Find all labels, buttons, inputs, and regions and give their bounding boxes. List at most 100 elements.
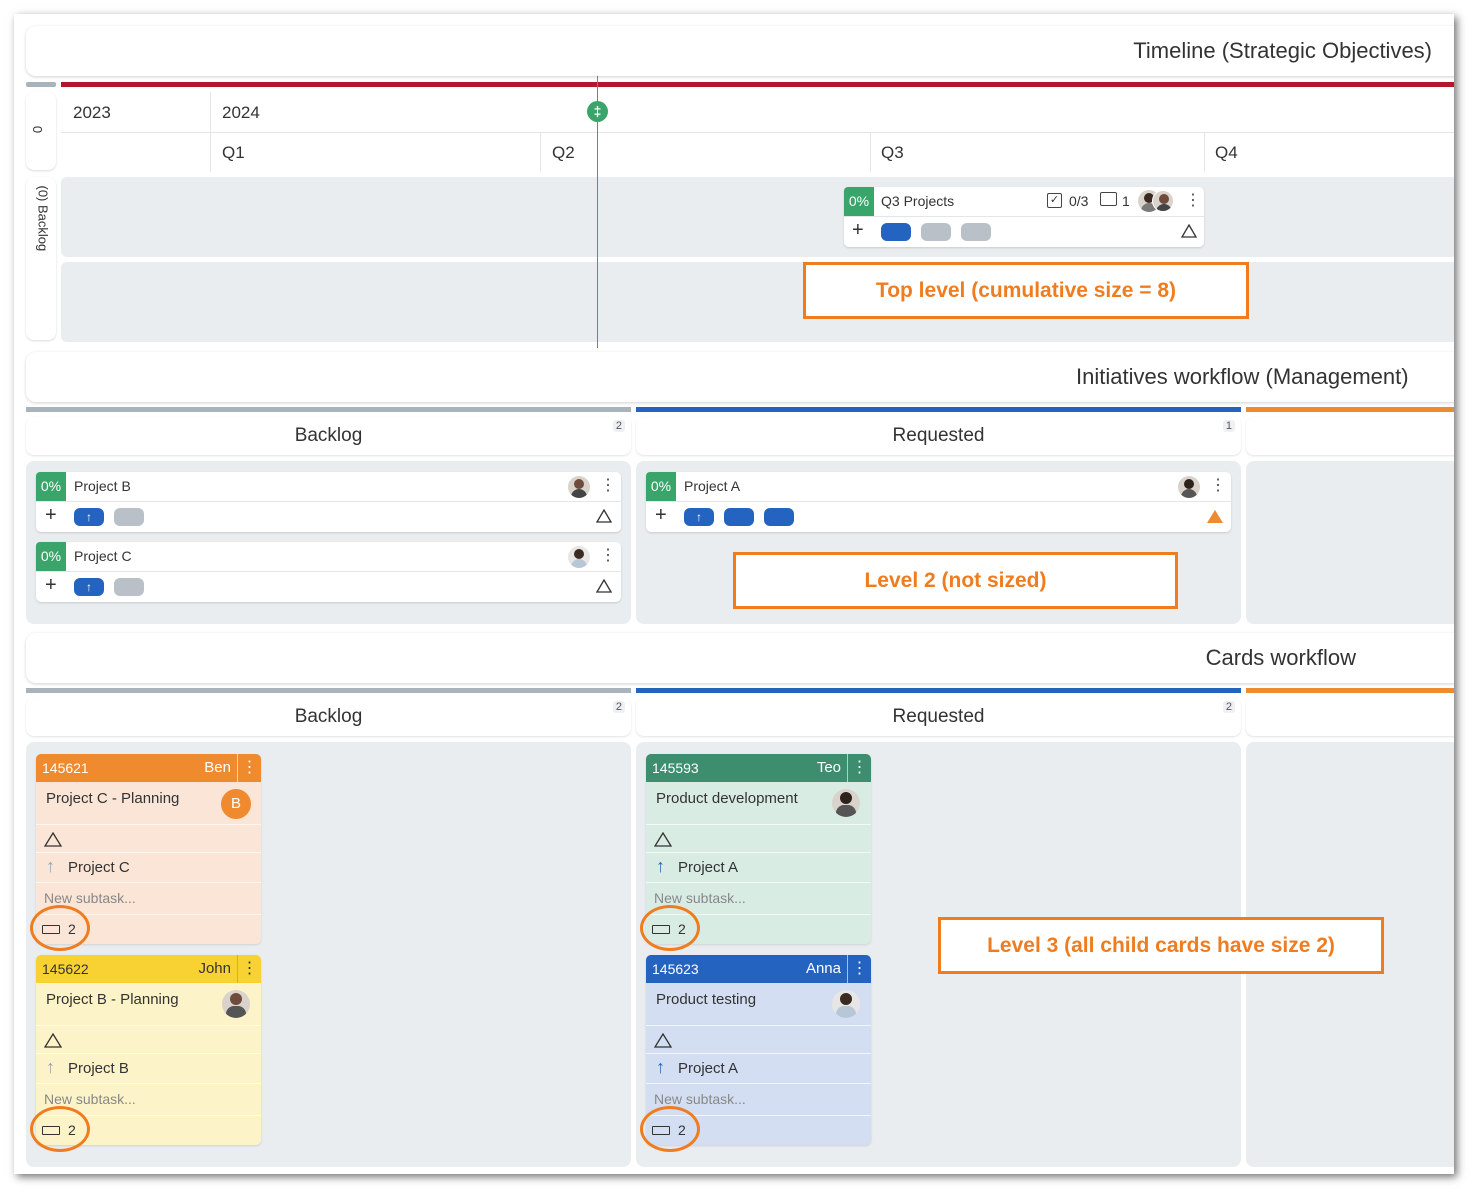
card-top-row: 0% Project A ⋮: [646, 472, 1231, 502]
parent-name: Project C: [68, 859, 130, 876]
card-menu-icon[interactable]: ⋮: [847, 955, 871, 983]
cards-backlog-bar: [26, 688, 631, 693]
lane-zero-text: 0: [30, 125, 46, 134]
card-menu-icon[interactable]: ⋮: [600, 478, 616, 494]
avatar-teo: [832, 789, 860, 817]
parent-link[interactable]: ↑ Project B: [36, 1053, 261, 1083]
card-header: 145623 Anna ⋮: [646, 955, 871, 983]
avatar-anna: [568, 546, 590, 568]
card-owner: Teo: [816, 759, 841, 776]
initiatives-backlog-column-header[interactable]: Backlog 2: [26, 417, 631, 455]
comment-icon[interactable]: [1100, 192, 1117, 206]
level-pill-blue[interactable]: [724, 508, 754, 526]
column-title: Backlog: [294, 425, 363, 446]
card-menu-icon[interactable]: ⋮: [600, 548, 616, 564]
q2-divider: [540, 132, 541, 172]
percent-badge: 0%: [36, 472, 66, 501]
level-pill-grey-2[interactable]: [961, 223, 991, 241]
card-name: Project A: [684, 478, 741, 494]
card-id: 145623: [652, 961, 699, 977]
timeline-header: Timeline (Strategic Objectives): [26, 26, 1454, 76]
q3-projects-card[interactable]: 0% Q3 Projects ✓ 0/3 1 ⋮ +: [844, 187, 1204, 247]
column-count: 2: [1222, 701, 1235, 713]
initiatives-requested-bar: [636, 407, 1241, 412]
q3-divider: [870, 132, 871, 172]
cards-requested-bar: [636, 688, 1241, 693]
initiative-card-project-b[interactable]: 0% Project B ⋮ + ↑: [36, 472, 621, 532]
card-menu-icon[interactable]: ⋮: [237, 955, 261, 983]
year-2023: 2023: [73, 103, 111, 122]
percent-badge: 0%: [646, 472, 676, 501]
initiative-card-project-c[interactable]: 0% Project C ⋮ + ↑: [36, 542, 621, 602]
timeline-red-bar: [61, 82, 1454, 87]
checklist-count: 0/3: [1069, 193, 1089, 209]
add-icon[interactable]: +: [45, 574, 57, 597]
parent-name: Project B: [68, 1060, 129, 1077]
cards-backlog-column-header[interactable]: Backlog 2: [26, 698, 631, 736]
card-id: 145621: [42, 760, 89, 776]
priority-triangle-icon[interactable]: [44, 1033, 62, 1048]
parent-arrow-pill[interactable]: ↑: [684, 508, 714, 526]
card-menu-icon[interactable]: ⋮: [237, 754, 261, 782]
card-bottom-row: + ↑: [646, 502, 1231, 532]
level-pill-grey[interactable]: [921, 223, 951, 241]
card-owner: Ben: [204, 759, 231, 776]
avatar-john: [222, 990, 250, 1018]
parent-link[interactable]: ↑ Project A: [646, 1053, 871, 1083]
cards-requested-column-header[interactable]: Requested 2: [636, 698, 1241, 736]
quarter-q3: Q3: [881, 143, 904, 162]
parent-arrow-pill[interactable]: ↑: [74, 578, 104, 596]
today-marker-icon[interactable]: ‡: [587, 101, 608, 122]
timeline-title: Timeline (Strategic Objectives): [1133, 38, 1432, 63]
level-pill-blue[interactable]: [881, 223, 911, 241]
initiative-card-project-a[interactable]: 0% Project A ⋮ + ↑: [646, 472, 1231, 532]
avatar-john: [1152, 190, 1174, 212]
priority-row: [646, 1025, 871, 1053]
card-bottom-row: + ↑: [36, 502, 621, 532]
parent-arrow-icon: ↑: [656, 1057, 665, 1077]
card-menu-icon[interactable]: ⋮: [1210, 478, 1226, 494]
initiatives-backlog-bar: [26, 407, 631, 412]
quarter-q2: Q2: [552, 143, 575, 162]
cards-workflow-title: Cards workflow: [1205, 645, 1356, 670]
parent-link[interactable]: ↑ Project A: [646, 852, 871, 882]
lane-backlog-text: (0) Backlog: [35, 185, 51, 252]
card-id: 145593: [652, 760, 699, 776]
initiatives-title: Initiatives workflow (Management): [1076, 364, 1409, 389]
size-highlight-ring: [640, 1106, 700, 1152]
priority-triangle-icon[interactable]: [44, 832, 62, 847]
card-menu-icon[interactable]: ⋮: [1185, 193, 1201, 209]
priority-triangle-icon[interactable]: [596, 579, 612, 593]
level-pill-grey[interactable]: [114, 578, 144, 596]
priority-triangle-icon[interactable]: [654, 1033, 672, 1048]
column-title: Requested: [892, 706, 985, 727]
priority-row: [646, 824, 871, 852]
priority-triangle-icon[interactable]: [1181, 224, 1197, 238]
checklist-icon[interactable]: ✓: [1047, 193, 1062, 208]
top-level-callout: Top level (cumulative size = 8): [803, 262, 1249, 319]
card-top-row: 0% Q3 Projects ✓ 0/3 1 ⋮: [844, 187, 1204, 217]
lane-label-zero: 0: [26, 92, 56, 170]
card-top-row: 0% Project B ⋮: [36, 472, 621, 502]
add-icon[interactable]: +: [45, 504, 57, 527]
parent-link[interactable]: ↑ Project C: [36, 852, 261, 882]
level-pill-grey[interactable]: [114, 508, 144, 526]
initiatives-next-column-header[interactable]: [1246, 417, 1454, 455]
parent-name: Project A: [678, 859, 739, 876]
add-icon[interactable]: +: [655, 504, 667, 527]
priority-triangle-icon[interactable]: [1206, 509, 1224, 524]
card-menu-icon[interactable]: ⋮: [847, 754, 871, 782]
priority-triangle-icon[interactable]: [654, 832, 672, 847]
column-title: Backlog: [294, 706, 363, 727]
add-icon[interactable]: +: [852, 219, 864, 242]
level-pill-blue-2[interactable]: [764, 508, 794, 526]
card-owner: Anna: [805, 960, 841, 977]
cards-next-column-header[interactable]: [1246, 698, 1454, 736]
percent-badge: 0%: [36, 542, 66, 571]
priority-triangle-icon[interactable]: [596, 509, 612, 523]
parent-arrow-pill[interactable]: ↑: [74, 508, 104, 526]
cards-workflow-header: Cards workflow: [26, 633, 1454, 683]
initiatives-requested-column-header[interactable]: Requested 1: [636, 417, 1241, 455]
card-bottom-row: + ↑: [36, 572, 621, 602]
year-2024: 2024: [222, 103, 260, 122]
